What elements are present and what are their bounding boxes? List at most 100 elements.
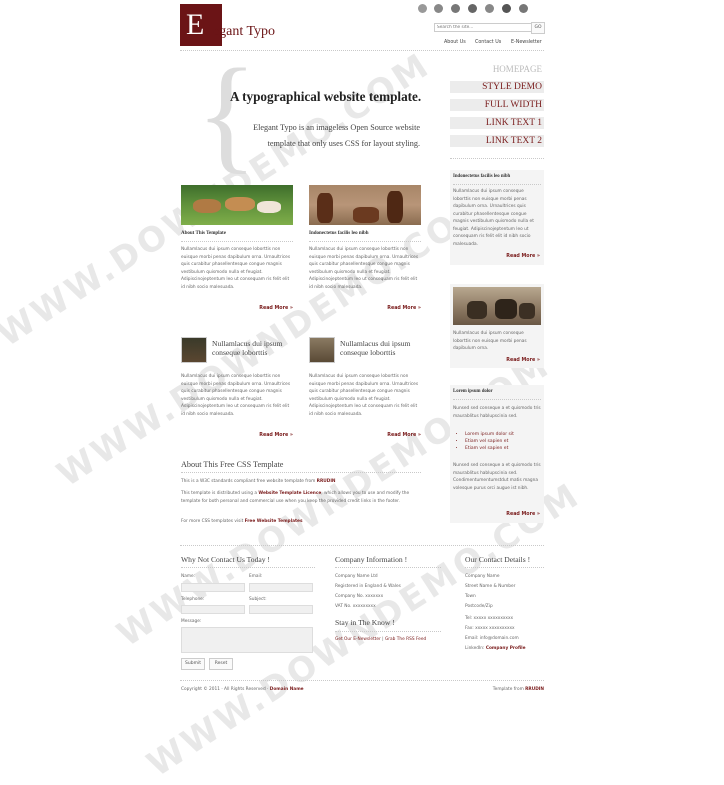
search-button[interactable]: GO [531, 22, 545, 34]
about-section: About This Free CSS Template This is a W… [181, 460, 421, 524]
company-info-line: VAT No. xxxxxxxxx [335, 604, 376, 609]
rss-feed-link[interactable]: Grab The RSS Feed [385, 637, 426, 642]
subject-label: Subject: [249, 597, 267, 602]
nav-contact-us[interactable]: Contact Us [475, 40, 501, 45]
social-icon-7[interactable] [519, 4, 528, 13]
sidebar-box-divider [453, 184, 541, 185]
social-icons [418, 4, 544, 16]
free-templates-link[interactable]: Free Website Templates [245, 519, 303, 524]
about-title: About This Free CSS Template [181, 460, 284, 469]
read-more-link[interactable]: Read More » [506, 358, 540, 363]
about-paragraph-3: For more CSS templates visit Free Websit… [181, 518, 421, 526]
sidebar-box-text: Nunsed sed conseque a et quismodo tris m… [453, 463, 541, 491]
post-thumb-horse [181, 337, 207, 363]
about-text: For more CSS templates visit [181, 519, 245, 524]
about-paragraph-2: This template is distributed using a Web… [181, 490, 421, 505]
post-title-divider [309, 241, 421, 242]
post-title[interactable]: About This Template [181, 231, 293, 236]
side-nav-label: STYLE DEMO [482, 82, 542, 92]
nav-e-newsletter[interactable]: E-Newsletter [511, 40, 542, 45]
subject-field[interactable] [249, 605, 313, 614]
sidebar-list-item[interactable]: Etiam vel sapien et [465, 438, 514, 445]
sidebar-box-title: Indonectetus facilis leo nibh [453, 174, 511, 179]
post-image-horses-standing [309, 185, 421, 225]
post-title[interactable]: Nullamlacus dui ipsum conseque loborttis [212, 339, 294, 357]
logo[interactable]: E legant Typo [180, 4, 290, 46]
social-icon-2[interactable] [434, 4, 443, 13]
social-icon-6[interactable] [502, 4, 511, 13]
post-thumb-horse [309, 337, 335, 363]
read-more-link[interactable]: Read More » [506, 512, 540, 517]
rrudin-link[interactable]: RRUDIN [317, 479, 336, 484]
linkedin-link[interactable]: Company Profile [486, 646, 526, 651]
social-icon-1[interactable] [418, 4, 427, 13]
sidebar-image-horse-riders [453, 287, 541, 325]
hero-title: A typographical website template. [230, 89, 422, 104]
company-info-title: Company Information ! [335, 555, 408, 564]
side-nav-item-full-width[interactable]: FULL WIDTH [450, 99, 544, 111]
read-more-link[interactable]: Read More » [387, 433, 421, 438]
sidebar-list-item[interactable]: Etiam vel sapien et [465, 445, 514, 452]
post-title[interactable]: Indonectetus facilis leo nibh [309, 231, 421, 236]
post-title-divider [181, 241, 293, 242]
domain-name-link[interactable]: Domain Name [270, 687, 304, 692]
licence-link[interactable]: Website Template Licence [258, 491, 321, 496]
side-nav-item-style-demo[interactable]: STYLE DEMO [450, 81, 544, 93]
newsletter-link[interactable]: Get Our E-Newsletter [335, 637, 381, 642]
about-text: This template is distributed using a [181, 491, 259, 496]
name-label: Name: [181, 574, 196, 579]
sidebar-box-text: Nullamlacus dui ipsum conseque loborttis… [453, 331, 527, 351]
linkedin-label: LinkedIn: [465, 646, 486, 651]
sidebar-box-2: Nullamlacus dui ipsum conseque loborttis… [450, 284, 544, 368]
search-input[interactable] [434, 23, 532, 32]
social-icon-5[interactable] [485, 4, 494, 13]
side-nav-homepage[interactable]: HOMEPAGE [493, 64, 542, 74]
read-more-link[interactable]: Read More » [387, 306, 421, 311]
hero-brace: { [196, 43, 258, 185]
about-text: This is a W3C standards compliant free w… [181, 479, 317, 484]
copyright-text: Copyright © 2011 · All Rights Reserved · [181, 687, 270, 692]
contact-details-line: Street Name & Number [465, 584, 516, 589]
sidebar-box-3: Lorem ipsum dolor Nunsed sed conseque a … [450, 385, 544, 523]
post-title[interactable]: Nullamlacus dui ipsum conseque loborttis [340, 339, 422, 357]
side-nav-item-link-text-2[interactable]: LINK TEXT 2 [450, 135, 544, 147]
read-more-link[interactable]: Read More » [259, 433, 293, 438]
sidebar-box-divider [453, 399, 541, 400]
contact-form-title: Why Not Contact Us Today ! [181, 555, 270, 564]
nav-about-us[interactable]: About Us [444, 40, 466, 45]
submit-button[interactable]: Submit [181, 658, 205, 670]
footer-divider [180, 680, 544, 681]
contact-form-divider [181, 567, 315, 568]
reset-button[interactable]: Reset [209, 658, 233, 670]
message-field[interactable] [181, 627, 313, 653]
side-nav-divider [450, 158, 544, 159]
bottom-section-divider [180, 545, 544, 546]
telephone-field[interactable] [181, 605, 245, 614]
credit-link[interactable]: RRUDIN [525, 687, 544, 692]
post-1: About This Template Nullamlacus dui ipsu… [181, 231, 293, 311]
contact-details-title: Our Contact Details ! [465, 555, 531, 564]
contact-details-line: Postcode/Zip [465, 604, 493, 609]
logo-text: legant Typo [209, 24, 276, 39]
hero-text: Elegant Typo is an imageless Open Source… [253, 123, 420, 148]
stay-links: Get Our E-Newsletter | Grab The RSS Feed [335, 636, 426, 644]
read-more-link[interactable]: Read More » [506, 254, 540, 259]
stay-in-the-know-title: Stay in The Know ! [335, 618, 395, 627]
company-info-line: Registered in England & Wales [335, 584, 401, 589]
side-nav: HOMEPAGE STYLE DEMO FULL WIDTH LINK TEXT… [450, 64, 544, 154]
name-field[interactable] [181, 583, 245, 592]
sidebar-list-item[interactable]: Lorem ipsum dolor sit [465, 431, 514, 438]
read-more-link[interactable]: Read More » [259, 306, 293, 311]
side-nav-label: LINK TEXT 2 [485, 136, 542, 146]
stay-divider [335, 631, 441, 632]
email-field[interactable] [249, 583, 313, 592]
telephone-label: Telephone: [181, 597, 205, 602]
contact-details-divider [465, 567, 544, 568]
social-icon-3[interactable] [451, 4, 460, 13]
post-text: Nullamlacus dui ipsum conseque loborttis… [181, 374, 291, 417]
sidebar-box-1: Indonectetus facilis leo nibh Nullamlacu… [450, 170, 544, 265]
fax-number: Fax: xxxxx xxxxxxxxxx [465, 626, 515, 631]
social-icon-4[interactable] [468, 4, 477, 13]
contact-details: Our Contact Details ! Company Name Stree… [465, 555, 545, 651]
side-nav-item-link-text-1[interactable]: LINK TEXT 1 [450, 117, 544, 129]
